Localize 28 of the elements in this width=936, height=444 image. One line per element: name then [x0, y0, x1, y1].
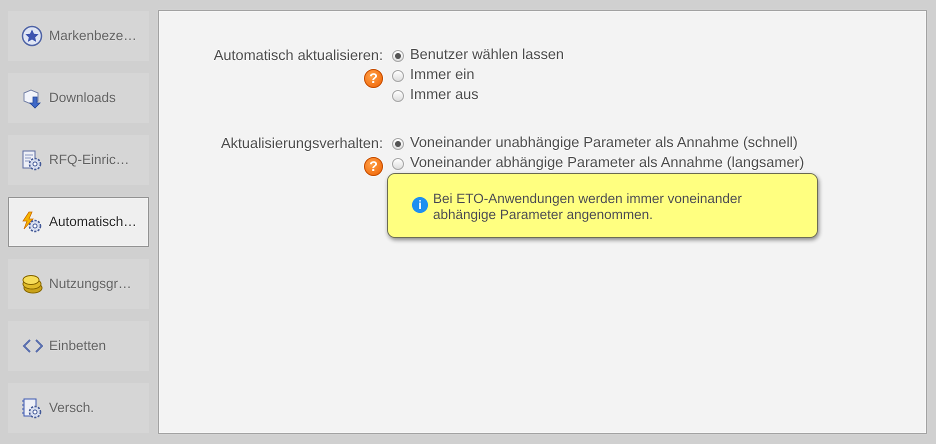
- radio-option[interactable]: Voneinander unabhängige Parameter als Annahme (schnell): [392, 134, 804, 154]
- coins-icon: [21, 273, 43, 295]
- info-icon: i: [412, 197, 428, 213]
- document-gear-icon: [21, 149, 43, 171]
- radio-button[interactable]: [392, 70, 404, 82]
- download-icon: [21, 87, 43, 109]
- help-icon[interactable]: ?: [364, 156, 383, 176]
- radio-button[interactable]: [392, 138, 404, 150]
- radio-button[interactable]: [392, 50, 404, 62]
- sidebar-tab[interactable]: RFQ-Einric…: [8, 135, 149, 185]
- radio-option[interactable]: Benutzer wählen lassen: [392, 46, 564, 66]
- sidebar-tab[interactable]: Downloads: [8, 73, 149, 123]
- sidebar-tab[interactable]: Nutzungsgr…: [8, 259, 149, 309]
- sidebar-tab[interactable]: Automatisch…: [8, 197, 149, 247]
- radio-option[interactable]: Immer aus: [392, 86, 564, 106]
- notebook-gear-icon: [21, 397, 43, 419]
- radio-option[interactable]: Voneinander abhängige Parameter als Annahme (langsamer): [392, 154, 804, 174]
- setting-label: Automatisch aktualisieren:: [214, 47, 383, 66]
- radio-button[interactable]: [392, 90, 404, 102]
- setting-label: Aktualisierungsverhalten:: [220, 135, 383, 154]
- sidebar-tab[interactable]: Markenbeze…: [8, 11, 149, 61]
- sidebar-tab[interactable]: Einbetten: [8, 321, 149, 371]
- radio-option[interactable]: Immer ein: [392, 66, 564, 86]
- radio-button[interactable]: [392, 158, 404, 170]
- sidebar-tab[interactable]: Versch.: [8, 383, 149, 433]
- tooltip-text: Bei ETO-Anwendungen werden immer voneinander abhängige Parameter angenommen.: [433, 191, 743, 223]
- help-icon[interactable]: ?: [364, 68, 383, 88]
- lightning-gear-icon: [21, 211, 43, 233]
